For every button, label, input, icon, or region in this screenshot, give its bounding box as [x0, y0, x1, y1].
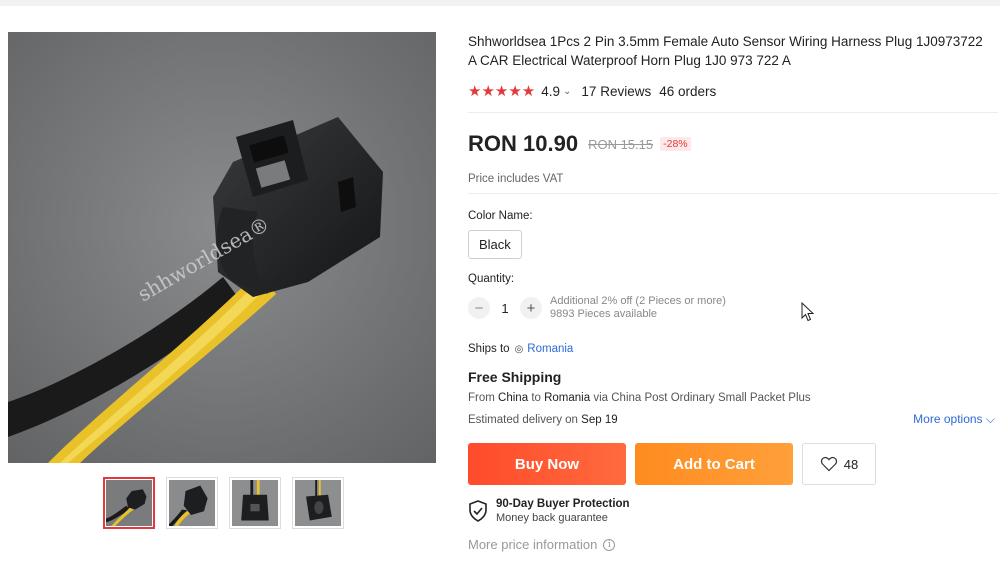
protection-title: 90-Day Buyer Protection [496, 498, 630, 510]
protection-subtitle: Money back guarantee [496, 512, 608, 524]
shipping-route: From China to Romania via China Post Ord… [468, 392, 998, 404]
origin-country: China [498, 392, 529, 404]
thumbnail-4[interactable] [292, 477, 344, 529]
reviews-link[interactable]: 17 Reviews [581, 84, 651, 99]
info-icon: i [603, 538, 616, 551]
ships-to-label: Ships to [468, 343, 510, 355]
rating-row: ★★★★★ 4.9 ⌄ 17 Reviews 46 orders [468, 82, 998, 100]
chevron-down-icon: ⌵ [985, 412, 995, 426]
delivery-date: Sep 19 [581, 413, 618, 426]
destination-country: Romania [544, 392, 591, 404]
pieces-available: 9893 Pieces available [550, 308, 658, 320]
current-price: RON 10.90 [468, 131, 579, 156]
buyer-protection: 90-Day Buyer Protection Money back guara… [468, 497, 998, 525]
wishlist-count: 48 [843, 456, 859, 472]
add-to-cart-button[interactable]: Add to Cart [635, 443, 793, 485]
delivery-label: Estimated delivery on [468, 413, 578, 426]
vat-note: Price includes VAT [468, 173, 564, 185]
delivery-estimate: Estimated delivery on Sep 19 [468, 414, 618, 426]
price-row: RON 10.90 RON 15.15 -28% [468, 131, 998, 157]
thumbnail-strip [103, 477, 344, 529]
ships-to-country-link[interactable]: Romania [527, 343, 573, 355]
color-option-black[interactable]: Black [468, 230, 522, 259]
divider [468, 193, 998, 194]
original-price: RON 15.15 [588, 136, 654, 152]
chevron-down-icon[interactable]: ⌄ [563, 86, 571, 97]
heart-icon [820, 456, 837, 472]
delivery-row: Estimated delivery on Sep 19 More option… [468, 412, 998, 427]
thumbnail-2[interactable] [166, 477, 218, 529]
more-options-link[interactable]: More options ⌵ [913, 412, 995, 427]
divider [468, 112, 998, 113]
quantity-label: Quantity: [468, 273, 515, 285]
mouse-cursor-icon [801, 302, 815, 322]
more-options-label: More options [913, 412, 983, 426]
product-title: Shhworldsea 1Pcs 2 Pin 3.5mm Female Auto… [468, 34, 983, 68]
ships-to-row: Ships to ◎ Romania [468, 343, 998, 355]
quantity-info: Additional 2% off (2 Pieces or more) 989… [550, 295, 726, 321]
rating-stars-icon: ★★★★★ [468, 83, 536, 100]
quantity-plus-button[interactable]: + [520, 297, 542, 319]
thumbnail-1[interactable] [103, 477, 155, 529]
rating-value[interactable]: 4.9 [541, 84, 560, 99]
action-buttons: Buy Now Add to Cart 48 [468, 443, 998, 485]
wishlist-button[interactable]: 48 [802, 443, 876, 485]
shield-check-icon [469, 500, 487, 522]
from-word: From [468, 392, 495, 404]
more-price-info-label: More price information [468, 537, 598, 552]
quantity-input[interactable]: 1 [490, 301, 520, 316]
to-word: to [531, 392, 541, 404]
quantity-minus-button[interactable]: − [468, 297, 490, 319]
shipping-method: via China Post Ordinary Small Packet Plu… [593, 392, 811, 404]
location-pin-icon: ◎ [514, 343, 524, 355]
main-product-image[interactable]: shhworldsea® [8, 32, 436, 463]
buy-now-button[interactable]: Buy Now [468, 443, 626, 485]
bulk-discount-note: Additional 2% off (2 Pieces or more) [550, 295, 726, 307]
free-shipping-label: Free Shipping [468, 369, 562, 385]
top-bar [0, 0, 1000, 6]
more-price-info-link[interactable]: More price information i [468, 537, 998, 552]
orders-count: 46 orders [659, 83, 717, 99]
product-info-panel: Shhworldsea 1Pcs 2 Pin 3.5mm Female Auto… [468, 32, 998, 552]
thumbnail-3[interactable] [229, 477, 281, 529]
discount-badge: -28% [660, 137, 691, 151]
color-label: Color Name: [468, 210, 533, 222]
quantity-stepper: − 1 + Additional 2% off (2 Pieces or mor… [468, 295, 998, 321]
